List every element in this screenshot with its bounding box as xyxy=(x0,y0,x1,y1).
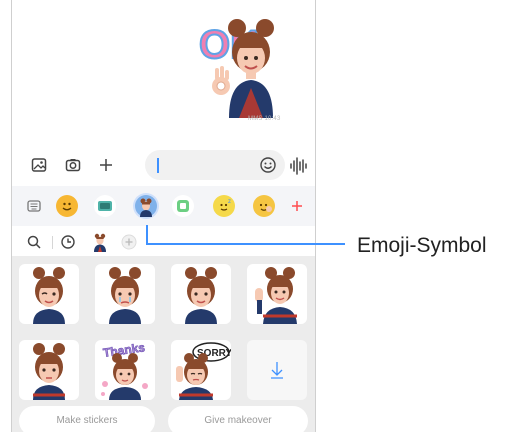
message-composer xyxy=(12,146,315,186)
phone-screen: OK MMS 10:43 z Thanks SORRY Make sticker… xyxy=(11,0,316,432)
chat-area: OK MMS 10:43 xyxy=(12,0,315,140)
make-stickers-button[interactable]: Make stickers xyxy=(19,406,155,432)
message-input[interactable] xyxy=(145,150,285,180)
message-timestamp: MMS 10:43 xyxy=(248,116,281,122)
sticker-category-bar: z xyxy=(12,186,315,226)
cry-sticker[interactable] xyxy=(95,264,155,324)
ar-emoji-tab[interactable] xyxy=(135,195,157,217)
camera-icon[interactable] xyxy=(62,154,84,176)
plus-icon[interactable] xyxy=(95,154,117,176)
search-icon[interactable] xyxy=(24,232,44,252)
download-icon xyxy=(271,362,283,379)
sticker-grid: Thanks SORRY Make stickers Give makeover xyxy=(12,256,315,432)
add-tab[interactable] xyxy=(286,195,308,217)
emoji-icon[interactable] xyxy=(259,156,277,174)
keyboard-tab[interactable] xyxy=(23,195,45,217)
sorry-sticker[interactable]: SORRY xyxy=(171,340,231,400)
voice-icon[interactable] xyxy=(287,156,309,176)
sent-sticker[interactable]: OK xyxy=(195,8,305,118)
give-makeover-button[interactable]: Give makeover xyxy=(168,406,308,432)
text-cursor xyxy=(157,158,159,173)
callout-label: Emoji-Symbol xyxy=(357,234,487,257)
thanks-text: Thanks xyxy=(102,340,146,360)
thanks-sticker[interactable]: Thanks xyxy=(95,340,155,400)
download-sticker[interactable] xyxy=(247,340,307,400)
recent-icon[interactable] xyxy=(58,232,78,252)
callout-line xyxy=(146,225,345,245)
gallery-icon[interactable] xyxy=(28,154,50,176)
divider xyxy=(52,236,53,249)
emoji-tab[interactable] xyxy=(56,195,78,217)
gif-tab[interactable] xyxy=(94,195,116,217)
sticker-tab[interactable] xyxy=(172,195,194,217)
svg-text:z: z xyxy=(228,199,231,205)
ar-emoji-sticker-icon[interactable] xyxy=(90,232,110,252)
wave-sticker[interactable] xyxy=(247,264,307,324)
smile-sticker[interactable] xyxy=(171,264,231,324)
wink-sticker[interactable] xyxy=(19,264,79,324)
neutral-sticker[interactable] xyxy=(19,340,79,400)
bitmoji-tab[interactable]: z xyxy=(213,195,235,217)
emoji-kitchen-tab[interactable] xyxy=(253,195,275,217)
add-sticker-icon[interactable] xyxy=(119,232,139,252)
